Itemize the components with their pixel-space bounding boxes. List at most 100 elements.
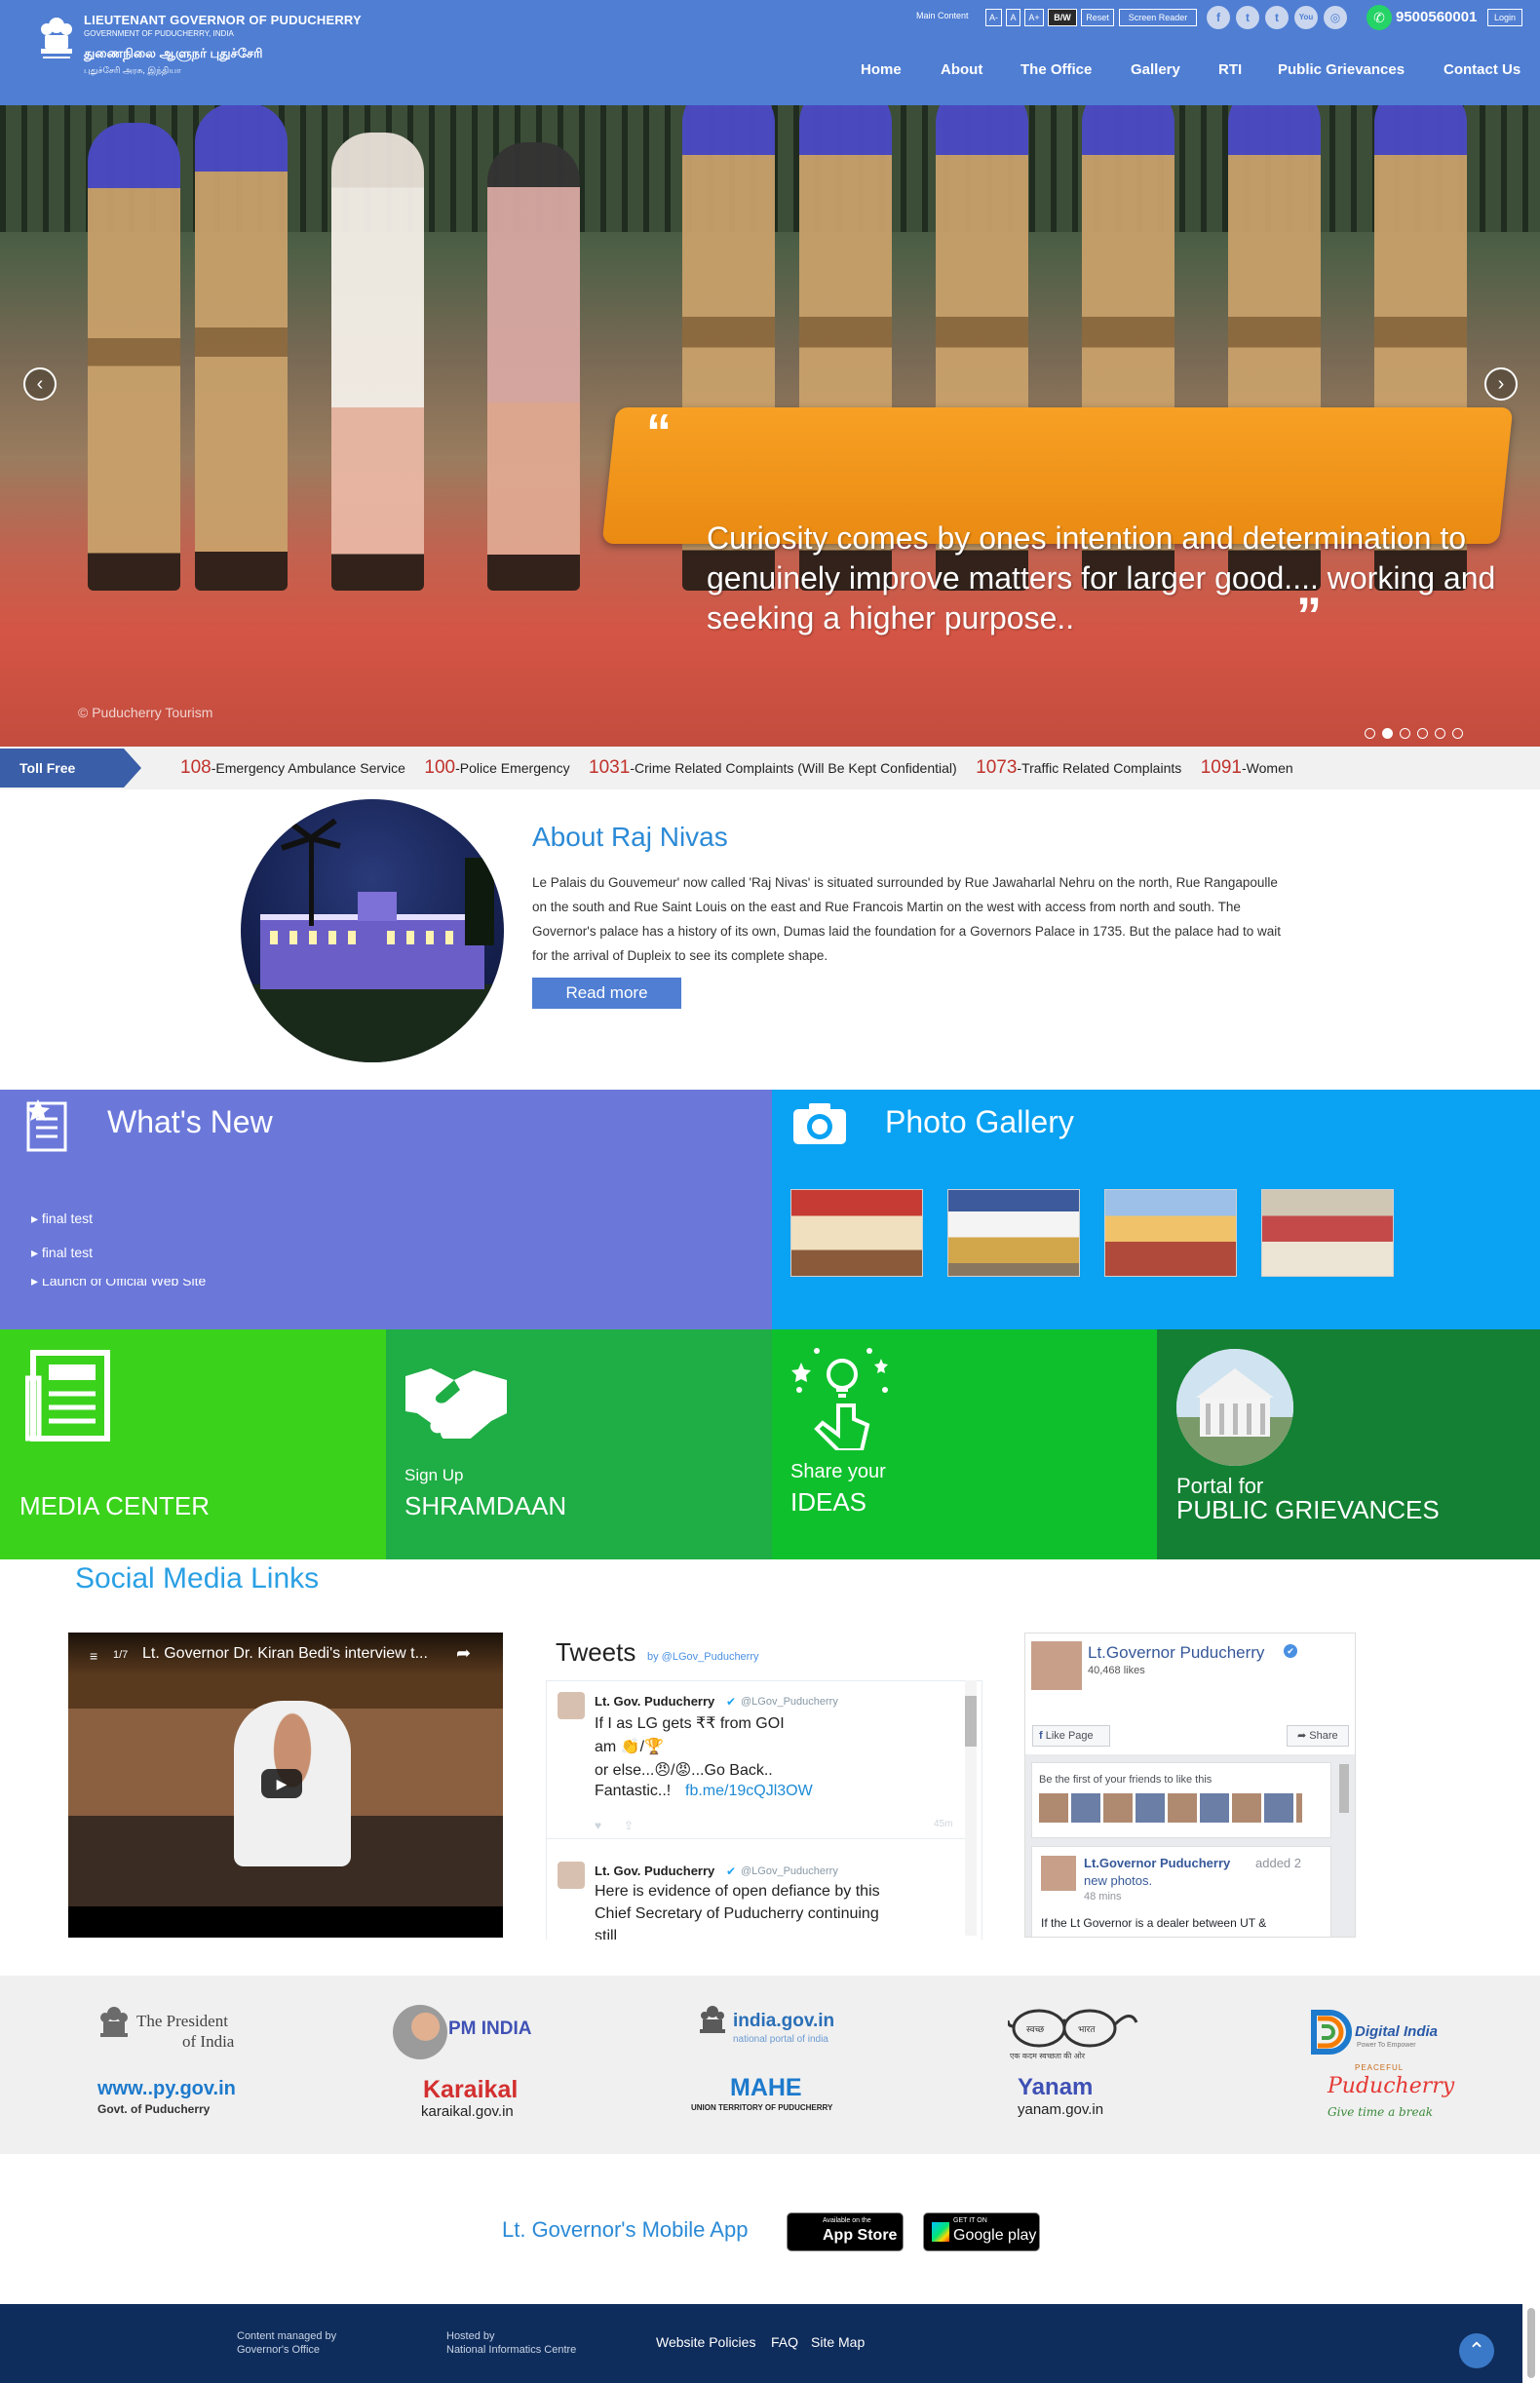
twitter-icon[interactable]: t (1236, 6, 1259, 29)
fb-post-author[interactable]: Lt.Governor Puducherry (1084, 1856, 1230, 1870)
nav-rti[interactable]: RTI (1218, 61, 1242, 78)
media-center-title: MEDIA CENTER (19, 1491, 211, 1520)
app-store-button[interactable]: Available on the App Store (787, 2212, 904, 2251)
fb-post-time[interactable]: 48 mins (1084, 1891, 1122, 1903)
fb-post-action-link[interactable]: new photos. (1084, 1873, 1152, 1888)
govt-puducherry-label: Govt. of Puducherry (97, 2102, 211, 2116)
fb-like-page-button[interactable]: f Like Page (1032, 1725, 1110, 1747)
karaikal-logo[interactable]: Karaikal (423, 2076, 518, 2104)
gallery-thumbnail[interactable] (790, 1189, 923, 1277)
president-of-india-logo[interactable]: The President of India (136, 2011, 234, 2052)
tweet-divider (546, 1838, 965, 1839)
tweets-scrollbar[interactable] (965, 1680, 977, 1936)
puducherry-tourism-logo[interactable]: Puducherry (1328, 2074, 1454, 2098)
nav-contact-us[interactable]: Contact Us (1444, 61, 1521, 78)
slider-prev-button[interactable]: ‹ (23, 367, 57, 401)
facebook-icon[interactable]: f (1207, 6, 1230, 29)
news-item[interactable]: ▸ final test (31, 1211, 93, 1227)
fb-friend-avatars[interactable] (1039, 1793, 1302, 1823)
tumblr-icon[interactable]: t (1265, 6, 1289, 29)
share-tweet-icon[interactable]: ⇪ (624, 1819, 634, 1832)
gallery-thumbnail[interactable] (1104, 1189, 1237, 1277)
nav-gallery[interactable]: Gallery (1131, 61, 1180, 78)
tweet-text: Chief Secretary of Puducherry continuing (595, 1905, 879, 1922)
tweets-by[interactable]: by @LGov_Puducherry (647, 1651, 759, 1663)
login-button[interactable]: Login (1487, 9, 1522, 26)
tweet-avatar[interactable] (558, 1862, 585, 1889)
yanam-link[interactable]: yanam.gov.in (1018, 2101, 1103, 2118)
nav-the-office[interactable]: The Office (1020, 61, 1092, 78)
gallery-thumbnail[interactable] (1261, 1189, 1394, 1277)
fb-post-avatar[interactable] (1041, 1856, 1076, 1891)
slider-dot[interactable] (1365, 728, 1375, 739)
screen-reader-button[interactable]: Screen Reader (1119, 9, 1197, 26)
karaikal-link[interactable]: karaikal.gov.in (421, 2103, 514, 2120)
tweet-author[interactable]: Lt. Gov. Puducherry (595, 1694, 714, 1709)
digital-india-tagline: Power To Empower (1357, 2042, 1416, 2049)
font-normal-button[interactable]: A (1006, 9, 1020, 26)
ticker-item: 1073-Traffic Related Complaints (976, 757, 1182, 778)
tweet-avatar[interactable] (558, 1692, 585, 1719)
slider-dot[interactable] (1435, 728, 1445, 739)
py-gov-link[interactable]: www..py.gov.in (97, 2078, 236, 2100)
slider-dot[interactable] (1452, 728, 1463, 739)
digital-india-logo[interactable]: Digital India (1355, 2023, 1438, 2040)
back-to-top-button[interactable]: ⌃ (1459, 2333, 1494, 2368)
fb-page-name[interactable]: Lt.Governor Puducherry (1088, 1643, 1264, 1663)
pm-india-logo[interactable]: PM INDIA (448, 2018, 532, 2040)
yanam-logo[interactable]: Yanam (1018, 2074, 1093, 2101)
news-item[interactable]: ▸ Launch of Official Web Site (31, 1279, 206, 1287)
faq-link[interactable]: FAQ (771, 2334, 798, 2350)
google-play-button[interactable]: GET IT ON Google play (923, 2212, 1040, 2251)
ticker-item: 1091-Women (1200, 757, 1293, 778)
play-button-icon[interactable]: ▶ (261, 1769, 302, 1798)
mahe-logo[interactable]: MAHE (730, 2074, 802, 2102)
state-emblem-icon[interactable] (37, 14, 76, 76)
read-more-button[interactable]: Read more (532, 978, 681, 1009)
instagram-icon[interactable]: ◎ (1324, 6, 1347, 29)
website-policies-link[interactable]: Website Policies (656, 2334, 755, 2350)
youtube-icon[interactable]: You (1294, 6, 1318, 29)
fb-page-avatar[interactable] (1031, 1641, 1082, 1690)
fb-share-button[interactable]: ➦ Share (1287, 1725, 1349, 1747)
tweet-handle[interactable]: @LGov_Puducherry (741, 1696, 838, 1708)
nav-home[interactable]: Home (861, 61, 902, 78)
playlist-icon[interactable]: ≡ (90, 1648, 97, 1664)
hero-officer (195, 105, 288, 591)
gallery-thumbnail[interactable] (947, 1189, 1080, 1277)
site-title[interactable]: LIEUTENANT GOVERNOR OF PUDUCHERRY (84, 13, 362, 27)
tweet-handle[interactable]: @LGov_Puducherry (741, 1865, 838, 1877)
font-increase-button[interactable]: A+ (1024, 9, 1044, 26)
skip-to-main-content-link[interactable]: Main Content (916, 11, 969, 20)
quote-open-mark: “ (646, 404, 672, 461)
slider-dot[interactable] (1400, 728, 1410, 739)
black-white-button[interactable]: B/W (1048, 9, 1077, 26)
swachh-bharat-glasses-icon[interactable]: स्वच्छ भारत (1006, 2005, 1138, 2050)
page-scrollbar[interactable] (1522, 2304, 1540, 2383)
youtube-video-embed[interactable]: ≡ 1/7 Lt. Governor Dr. Kiran Bedi's inte… (68, 1633, 503, 1938)
tweet-author[interactable]: Lt. Gov. Puducherry (595, 1864, 714, 1878)
tweets-title: Tweets (556, 1637, 636, 1667)
nav-about[interactable]: About (941, 61, 982, 78)
site-map-link[interactable]: Site Map (811, 2334, 865, 2350)
slider-dot-active[interactable] (1382, 728, 1393, 739)
slider-next-button[interactable]: › (1484, 367, 1518, 401)
video-title[interactable]: Lt. Governor Dr. Kiran Bedi's interview … (142, 1645, 428, 1663)
tweet-link[interactable]: fb.me/19cQJl3OW (685, 1783, 813, 1800)
puducherry-tourism-tagline: Give time a break (1328, 2105, 1433, 2119)
newspaper-icon (24, 1349, 113, 1442)
share-icon[interactable]: ➦ (456, 1643, 471, 1664)
like-icon[interactable]: ♥ (595, 1819, 601, 1832)
mahe-tagline: UNION TERRITORY OF PUDUCHERRY (691, 2103, 833, 2112)
slider-dot[interactable] (1417, 728, 1428, 739)
digital-india-logo-icon[interactable] (1308, 2005, 1355, 2057)
nav-public-grievances[interactable]: Public Grievances (1278, 61, 1405, 78)
news-item[interactable]: ▸ final test (31, 1245, 93, 1261)
fb-friends-text: Be the first of your friends to like thi… (1039, 1774, 1213, 1786)
fb-scrollbar[interactable] (1339, 1764, 1349, 1813)
font-decrease-button[interactable]: A- (985, 9, 1002, 26)
whatsapp-number[interactable]: 9500560001 (1396, 9, 1477, 25)
india-gov-logo[interactable]: india.gov.in (733, 2011, 834, 2032)
hero-officer (88, 123, 180, 591)
reset-button[interactable]: Reset (1081, 9, 1114, 26)
